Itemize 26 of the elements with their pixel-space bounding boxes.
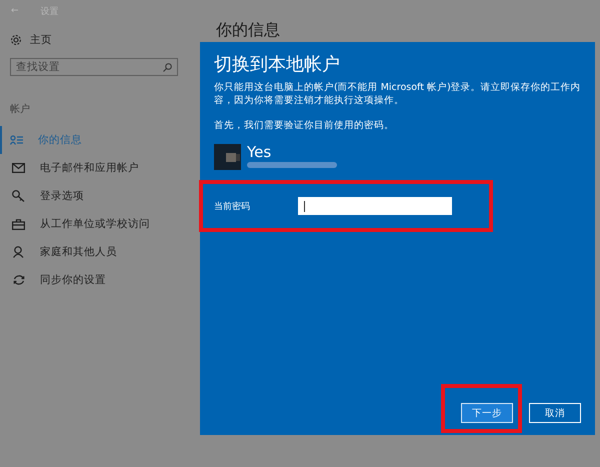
page-heading: 你的信息 [216,20,281,40]
person-icon [12,246,24,258]
sidebar-item[interactable]: 登录选项 [0,182,200,210]
dialog-message: 你只能用这台电脑上的帐户(而不能用 Microsoft 帐户)登录。请立即保存你的工作内容，因为你将需要注销才能执行这项操作。 [214,81,581,107]
cancel-button[interactable]: 取消 [529,403,581,423]
sidebar-item[interactable]: 从工作单位或学校访问 [0,210,200,238]
dialog-title: 切换到本地帐户 [214,53,341,77]
account-name: Yes [247,144,272,161]
settings-icon [10,34,22,46]
sidebar-item[interactable]: 同步你的设置 [0,266,200,294]
home-link[interactable]: 主页 [10,33,200,47]
sidebar-item[interactable]: 电子邮件和应用帐户 [0,154,200,182]
password-field[interactable] [298,197,452,215]
sidebar-item[interactable]: 家庭和其他人员 [0,238,200,266]
dialog-prompt: 首先，我们需要验证你目前使用的密码。 [214,119,395,132]
mail-icon [12,163,25,173]
field-label: 当前密码 [214,200,251,212]
avatar-icon [214,144,241,170]
search-icon [163,63,172,72]
section-heading: 帐户 [10,102,31,116]
search-field[interactable]: 查找设置 [10,58,178,76]
sync-icon [12,274,24,286]
person-card-icon [10,135,23,145]
briefcase-icon [12,218,25,230]
next-button[interactable]: 下一步 [461,403,513,423]
key-icon [12,190,25,202]
